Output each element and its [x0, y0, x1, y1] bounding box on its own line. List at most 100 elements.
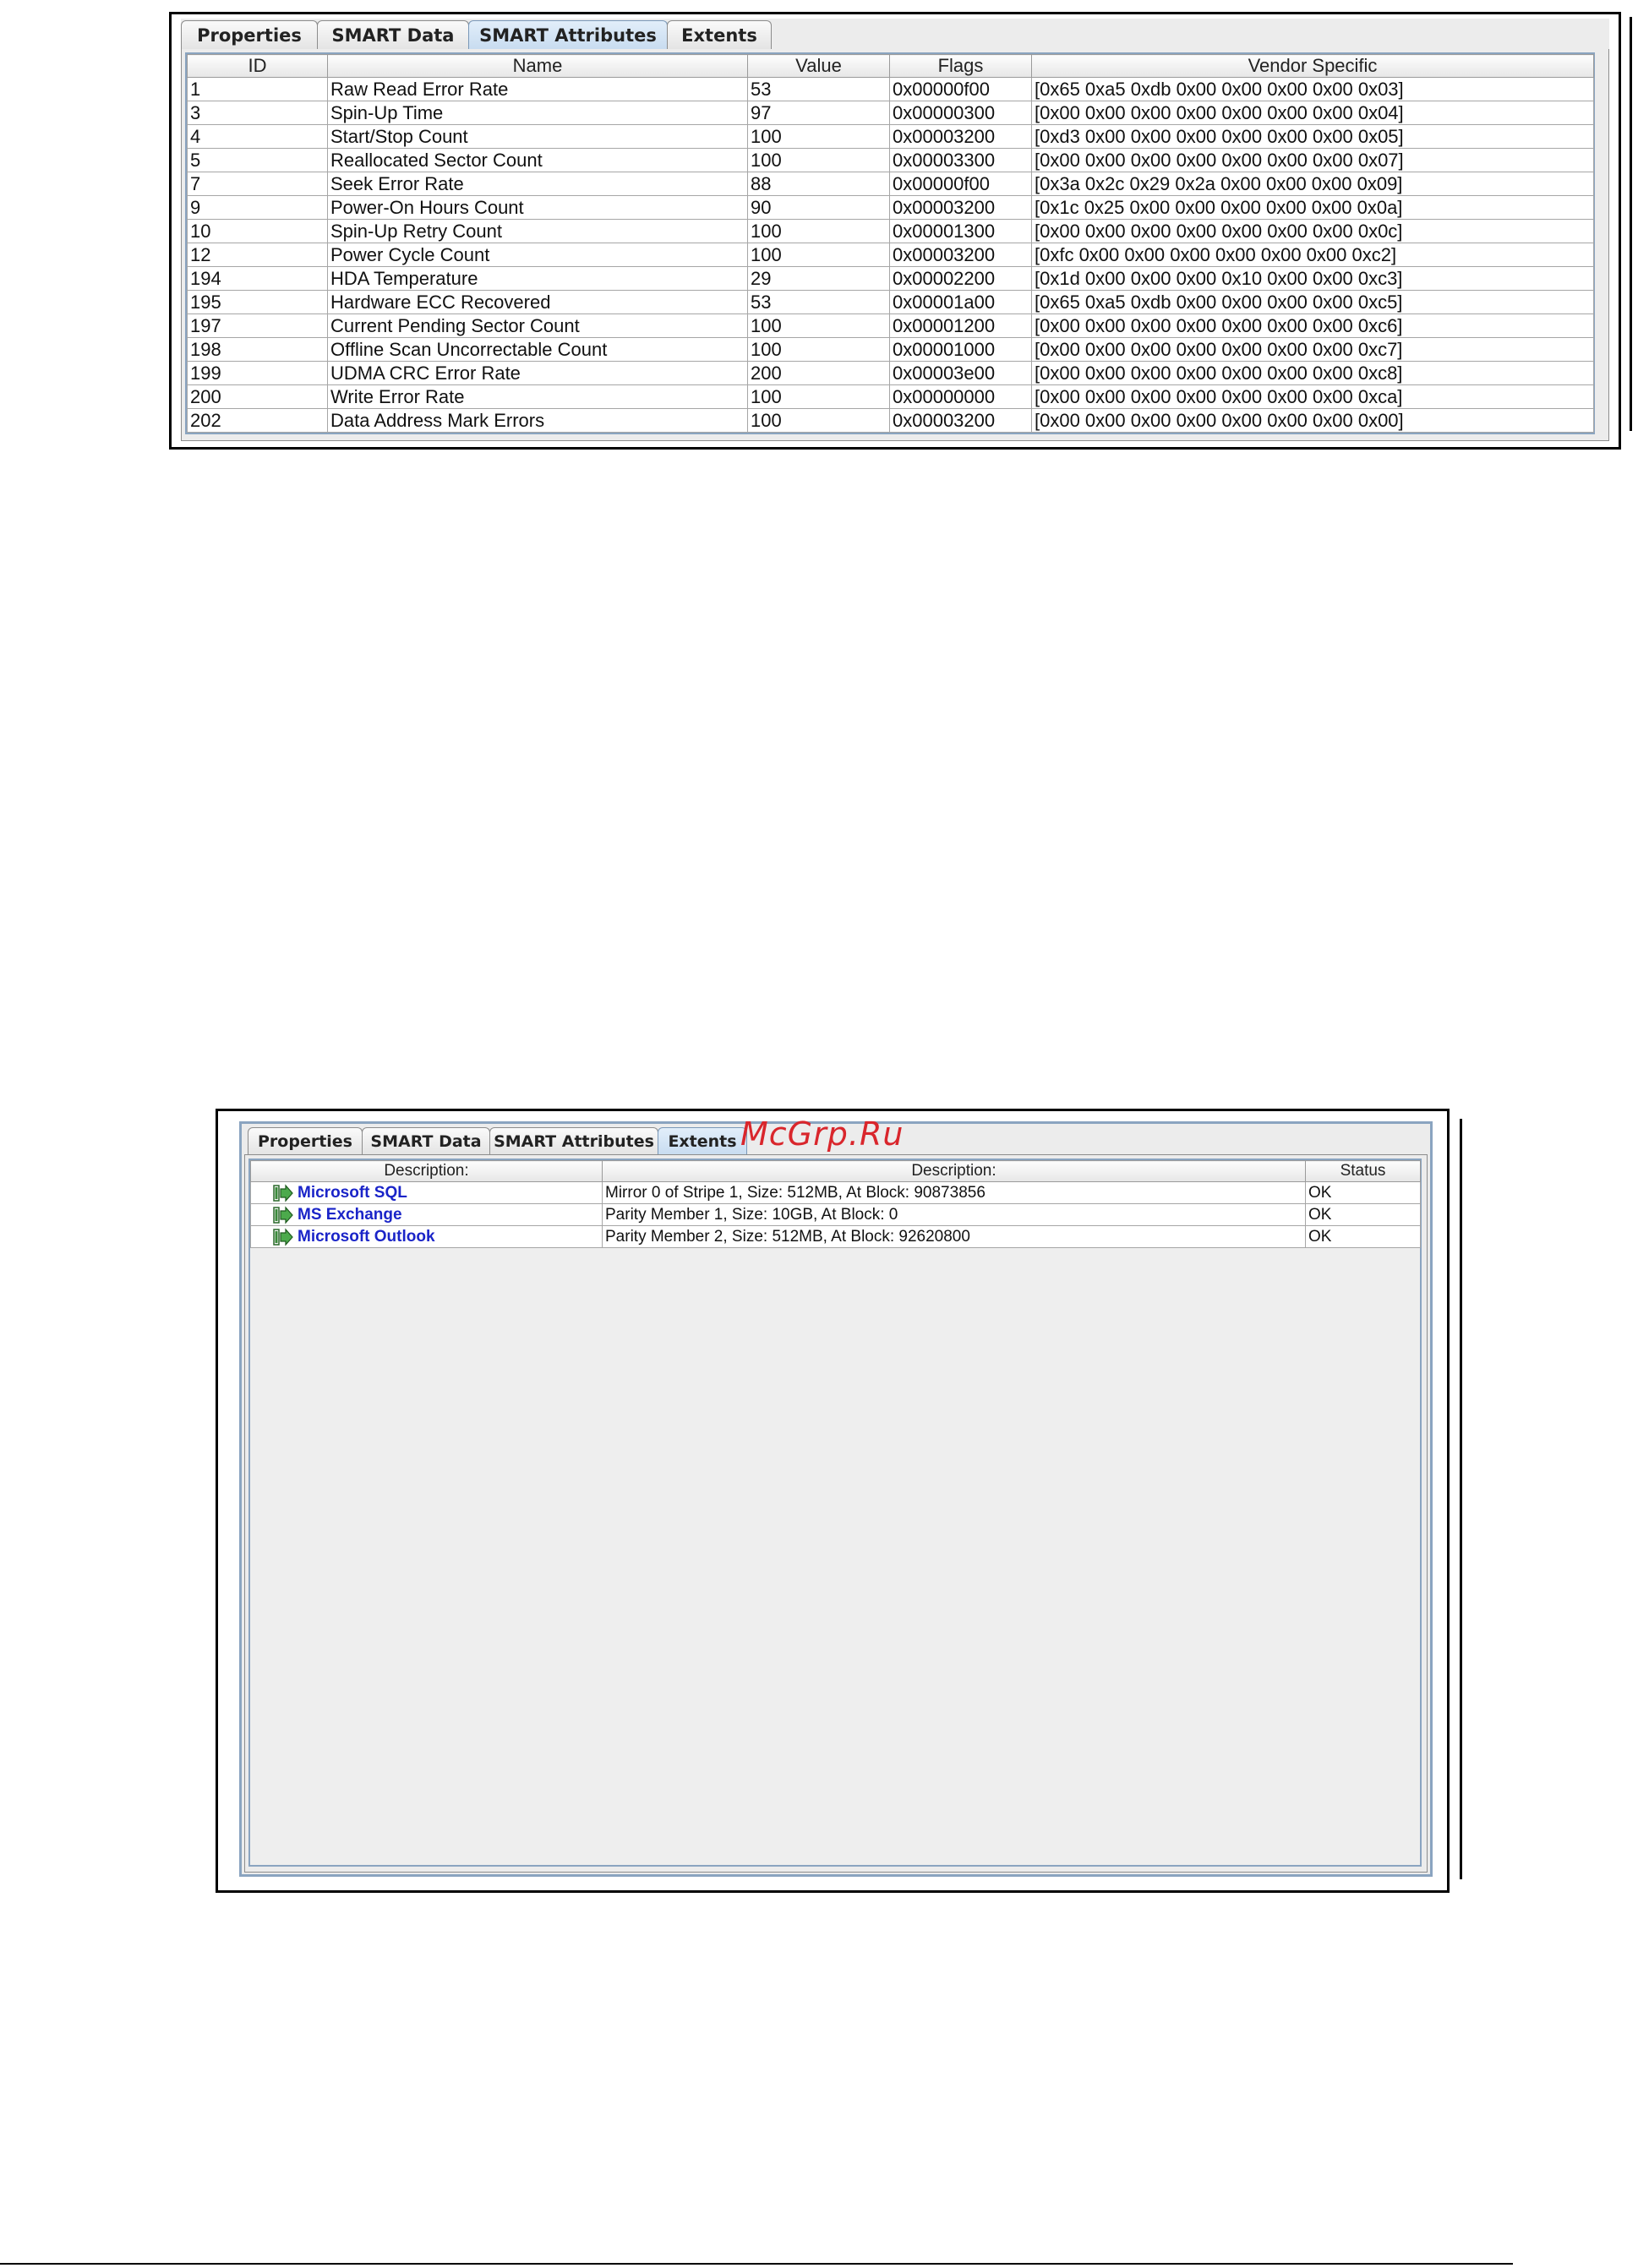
cell-name: UDMA CRC Error Rate	[327, 361, 748, 385]
tab-strip: Properties SMART Data SMART Attributes E…	[181, 19, 772, 49]
cell-value: 100	[747, 243, 890, 267]
table-row[interactable]: 5 Reallocated Sector Count 100 0x00003300 [0…	[187, 148, 1594, 172]
tab-smart-attributes[interactable]: SMART Attributes	[489, 1127, 658, 1154]
cell-id: 5	[187, 148, 328, 172]
tab-smart-data[interactable]: SMART Data	[362, 1127, 490, 1154]
extent-item-link[interactable]: Microsoft SQL	[298, 1184, 407, 1202]
column-header-vendor-specific[interactable]: Vendor Specific	[1031, 54, 1594, 78]
cell-value: 200	[747, 361, 890, 385]
cell-name: Raw Read Error Rate	[327, 77, 748, 101]
cell-flags: 0x00001a00	[889, 290, 1032, 314]
cell-name: Power Cycle Count	[327, 243, 748, 267]
cell-flags: 0x00000300	[889, 101, 1032, 125]
tab-properties[interactable]: Properties	[248, 1127, 363, 1154]
column-header-flags[interactable]: Flags	[889, 54, 1032, 78]
smart-attributes-panel: Properties SMART Data SMART Attributes E…	[181, 19, 1609, 441]
tab-smart-attributes[interactable]: SMART Attributes	[468, 20, 668, 49]
cell-value: 97	[747, 101, 890, 125]
extent-item-link[interactable]: MS Exchange	[298, 1206, 402, 1224]
cell-value: 88	[747, 172, 890, 196]
cell-id: 1	[187, 77, 328, 101]
cell-flags: 0x00003200	[889, 408, 1032, 433]
table-row[interactable]: 194 HDA Temperature 29 0x00002200 [0x1d 0x00…	[187, 266, 1594, 291]
tab-properties[interactable]: Properties	[181, 20, 318, 49]
tab-extents[interactable]: Extents	[667, 20, 772, 49]
cell-item: Microsoft Outlook	[250, 1225, 603, 1248]
cell-vendor-specific: [0x00 0x00 0x00 0x00 0x00 0x00 0x00 0x0c…	[1031, 219, 1594, 243]
column-header-description-detail[interactable]: Description:	[602, 1160, 1306, 1182]
cell-value: 90	[747, 195, 890, 220]
table-row[interactable]: 12 Power Cycle Count 100 0x00003200 [0xfc 0x…	[187, 243, 1594, 267]
table-row[interactable]: 10 Spin-Up Retry Count 100 0x00001300 [0x00 …	[187, 219, 1594, 243]
cell-vendor-specific: [0x00 0x00 0x00 0x00 0x00 0x00 0x00 0x00…	[1031, 408, 1594, 433]
extents-figure: Properties SMART Data SMART Attributes E…	[216, 1109, 1450, 1893]
cell-description: Parity Member 1, Size: 10GB, At Block: 0	[602, 1203, 1306, 1226]
cell-vendor-specific: [0x1c 0x25 0x00 0x00 0x00 0x00 0x00 0x0a…	[1031, 195, 1594, 220]
table-row[interactable]: 199 UDMA CRC Error Rate 200 0x00003e00 [0x00…	[187, 361, 1594, 385]
cell-vendor-specific: [0x1d 0x00 0x00 0x00 0x10 0x00 0x00 0xc3…	[1031, 266, 1594, 291]
table-row[interactable]: 7 Seek Error Rate 88 0x00000f00 [0x3a 0x2c 0…	[187, 172, 1594, 196]
table-row[interactable]: 9 Power-On Hours Count 90 0x00003200 [0x1c 0…	[187, 195, 1594, 220]
cell-id: 4	[187, 124, 328, 149]
tab-content: ID Name Value Flags Vendor Specific 1 Raw…	[181, 49, 1609, 441]
table-row[interactable]: Microsoft Outlook Parity Member 2, Size: …	[250, 1225, 1421, 1248]
frame-shadow-right	[1460, 1119, 1462, 1879]
cell-status: OK	[1305, 1225, 1421, 1248]
cell-flags: 0x00003200	[889, 124, 1032, 149]
table-header-row: ID Name Value Flags Vendor Specific	[187, 54, 1594, 78]
cell-id: 199	[187, 361, 328, 385]
cell-status: OK	[1305, 1203, 1421, 1226]
cell-name: Spin-Up Time	[327, 101, 748, 125]
table-row[interactable]: 200 Write Error Rate 100 0x00000000 [0x00 0x…	[187, 384, 1594, 409]
cell-value: 53	[747, 290, 890, 314]
cell-value: 100	[747, 408, 890, 433]
cell-name: Spin-Up Retry Count	[327, 219, 748, 243]
extents-panel: Properties SMART Data SMART Attributes E…	[239, 1121, 1433, 1877]
table-row[interactable]: 198 Offline Scan Uncorrectable Count 100 0x…	[187, 337, 1594, 362]
volume-icon	[272, 1227, 294, 1246]
extent-item-link[interactable]: Microsoft Outlook	[298, 1228, 435, 1246]
tab-extents[interactable]: Extents	[658, 1127, 747, 1154]
cell-item: Microsoft SQL	[250, 1181, 603, 1204]
table-row[interactable]: 202 Data Address Mark Errors 100 0x00003200…	[187, 408, 1594, 433]
cell-vendor-specific: [0x00 0x00 0x00 0x00 0x00 0x00 0x00 0xc8…	[1031, 361, 1594, 385]
cell-vendor-specific: [0x3a 0x2c 0x29 0x2a 0x00 0x00 0x00 0x09…	[1031, 172, 1594, 196]
cell-flags: 0x00003200	[889, 195, 1032, 220]
cell-id: 194	[187, 266, 328, 291]
table-row[interactable]: MS Exchange Parity Member 1, Size: 10GB, …	[250, 1203, 1421, 1226]
cell-name: Data Address Mark Errors	[327, 408, 748, 433]
column-header-description[interactable]: Description:	[250, 1160, 603, 1182]
cell-id: 7	[187, 172, 328, 196]
smart-attributes-table: ID Name Value Flags Vendor Specific 1 Raw…	[185, 52, 1595, 434]
table-row[interactable]: Microsoft SQL Mirror 0 of Stripe 1, Size:…	[250, 1181, 1421, 1204]
volume-icon	[272, 1205, 294, 1224]
cell-flags: 0x00000f00	[889, 172, 1032, 196]
cell-value: 100	[747, 148, 890, 172]
table-row[interactable]: 1 Raw Read Error Rate 53 0x00000f00 [0x65 0x…	[187, 77, 1594, 101]
cell-name: Reallocated Sector Count	[327, 148, 748, 172]
column-header-value[interactable]: Value	[747, 54, 890, 78]
table-row[interactable]: 197 Current Pending Sector Count 100 0x0000…	[187, 313, 1594, 338]
cell-id: 9	[187, 195, 328, 220]
cell-vendor-specific: [0xfc 0x00 0x00 0x00 0x00 0x00 0x00 0xc2…	[1031, 243, 1594, 267]
cell-vendor-specific: [0x65 0xa5 0xdb 0x00 0x00 0x00 0x00 0xc5…	[1031, 290, 1594, 314]
cell-name: HDA Temperature	[327, 266, 748, 291]
page-footer-rule	[0, 2263, 1513, 2265]
cell-value: 100	[747, 384, 890, 409]
cell-flags: 0x00000f00	[889, 77, 1032, 101]
tab-smart-data[interactable]: SMART Data	[317, 20, 469, 49]
cell-flags: 0x00002200	[889, 266, 1032, 291]
table-row[interactable]: 4 Start/Stop Count 100 0x00003200 [0xd3 0x00…	[187, 124, 1594, 149]
column-header-status[interactable]: Status	[1305, 1160, 1421, 1182]
cell-flags: 0x00003300	[889, 148, 1032, 172]
cell-value: 100	[747, 337, 890, 362]
cell-id: 200	[187, 384, 328, 409]
cell-id: 10	[187, 219, 328, 243]
table-row[interactable]: 195 Hardware ECC Recovered 53 0x00001a00 [0x…	[187, 290, 1594, 314]
cell-id: 195	[187, 290, 328, 314]
cell-status: OK	[1305, 1181, 1421, 1204]
column-header-name[interactable]: Name	[327, 54, 748, 78]
column-header-id[interactable]: ID	[187, 54, 328, 78]
table-row[interactable]: 3 Spin-Up Time 97 0x00000300 [0x00 0x00 0x00…	[187, 101, 1594, 125]
cell-id: 197	[187, 313, 328, 338]
